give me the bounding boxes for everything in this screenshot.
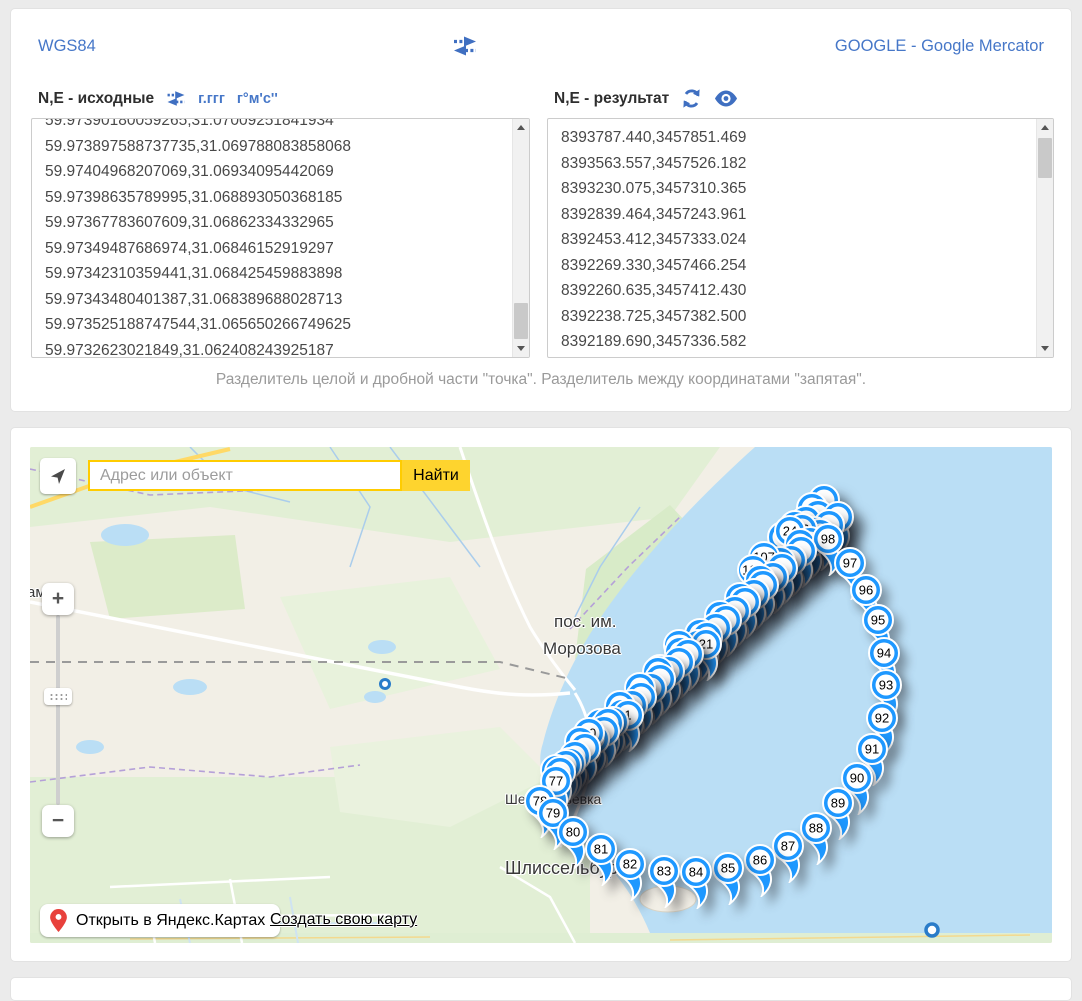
open-in-yandex-maps-label: Открыть в Яндекс.Картах [76, 912, 265, 930]
zoom-in-button[interactable]: + [42, 583, 74, 615]
svg-text:92: 92 [875, 711, 889, 726]
map-search-button[interactable]: Найти [402, 460, 470, 491]
show-on-map-eye-icon[interactable] [714, 90, 738, 107]
source-coordinates-text: 59.97390180059265,31.0700925184193459.97… [32, 118, 512, 358]
map-search-input[interactable] [88, 460, 402, 491]
svg-text:95: 95 [871, 613, 885, 628]
geolocation-button[interactable] [40, 458, 76, 494]
scroll-down-arrow[interactable] [1037, 340, 1053, 357]
create-own-map-link[interactable]: Создать свою карту [270, 911, 417, 929]
format-decimal-degrees-link[interactable]: г.ггг [198, 91, 225, 107]
separator-note: Разделитель целой и дробной части "точка… [38, 371, 1044, 389]
svg-text:98: 98 [821, 532, 835, 547]
map-label: пос. им. [554, 612, 617, 632]
svg-text:86: 86 [753, 853, 767, 868]
column-labels-row: N,E - исходные г.ггг г°м'с'' N,E - резул… [31, 88, 1054, 109]
svg-text:88: 88 [809, 821, 823, 836]
result-coordinates-textarea[interactable]: 8393787.440,3457851.4698393563.557,34575… [547, 118, 1054, 358]
map-pin-icon [50, 909, 67, 932]
swap-systems-icon[interactable] [452, 35, 478, 57]
result-scrollbar[interactable] [1036, 119, 1053, 357]
svg-text:80: 80 [566, 825, 580, 840]
result-coordinates-text: 8393787.440,3457851.4698393563.557,34575… [548, 125, 1036, 358]
scroll-down-arrow[interactable] [513, 340, 529, 357]
scroll-thumb[interactable] [514, 303, 528, 339]
zoom-slider-track[interactable] [56, 615, 60, 805]
swap-columns-icon[interactable] [166, 90, 186, 107]
zoom-out-button[interactable]: − [42, 805, 74, 837]
refresh-icon[interactable] [681, 88, 702, 109]
textareas-row: 59.97390180059265,31.0700925184193459.97… [31, 118, 1054, 358]
map-panel: ампос. им.МорозоваШереметьевкаШлиссельбу… [10, 427, 1072, 962]
coordinate-converter-panel: WGS84 GOOGLE - Google Mercator N,E - исх… [10, 8, 1072, 412]
scroll-thumb[interactable] [1038, 138, 1052, 178]
result-label: N,E - результат [554, 90, 669, 108]
svg-text:84: 84 [689, 865, 703, 880]
source-scrollbar[interactable] [512, 119, 529, 357]
svg-text:93: 93 [879, 678, 893, 693]
target-system-link[interactable]: GOOGLE - Google Mercator [835, 37, 1044, 56]
svg-text:83: 83 [657, 864, 671, 879]
zoom-slider-handle[interactable] [44, 688, 72, 705]
svg-text:81: 81 [594, 842, 608, 857]
svg-text:87: 87 [781, 839, 795, 854]
svg-text:91: 91 [865, 742, 879, 757]
svg-text:85: 85 [721, 861, 735, 876]
navigation-arrow-icon [48, 466, 68, 486]
scroll-up-arrow[interactable] [513, 119, 529, 136]
svg-text:97: 97 [843, 556, 857, 571]
scroll-up-arrow[interactable] [1037, 119, 1053, 136]
source-system-link[interactable]: WGS84 [38, 37, 96, 56]
result-column-header: N,E - результат [547, 88, 1054, 109]
systems-header: WGS84 GOOGLE - Google Mercator [38, 35, 1044, 57]
next-panel-edge [10, 977, 1072, 1001]
svg-text:96: 96 [859, 583, 873, 598]
svg-text:90: 90 [850, 771, 864, 786]
source-label: N,E - исходные [38, 90, 154, 108]
svg-text:94: 94 [877, 646, 891, 661]
map-canvas[interactable]: ампос. им.МорозоваШереметьевкаШлиссельбу… [30, 447, 1052, 943]
map-marker-84[interactable]: 84 [676, 855, 716, 909]
open-in-yandex-maps-button[interactable]: Открыть в Яндекс.Картах [40, 904, 280, 937]
map-label: Морозова [543, 639, 621, 659]
svg-text:89: 89 [831, 796, 845, 811]
source-coordinates-textarea[interactable]: 59.97390180059265,31.0700925184193459.97… [31, 118, 530, 358]
source-column-header: N,E - исходные г.ггг г°м'с'' [31, 88, 530, 109]
format-dms-link[interactable]: г°м'с'' [237, 91, 278, 107]
svg-text:82: 82 [623, 857, 637, 872]
